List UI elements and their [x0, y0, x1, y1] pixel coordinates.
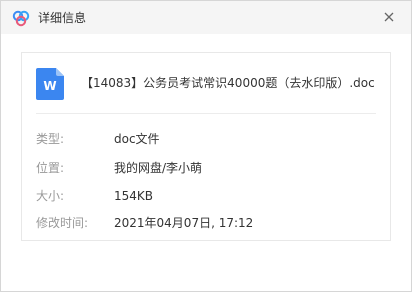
field-size-value: 154KB: [114, 189, 154, 203]
close-icon: [384, 12, 394, 22]
field-type: 类型: doc文件: [22, 128, 390, 150]
field-modified-label: 修改时间:: [36, 216, 89, 230]
field-modified: 修改时间: 2021年04月07日, 17:12: [22, 212, 390, 234]
field-size-label: 大小:: [36, 189, 65, 203]
field-location-value: 我的网盘/李小萌: [114, 161, 203, 175]
close-button[interactable]: [380, 8, 398, 26]
field-type-value: doc文件: [114, 132, 160, 146]
field-location: 位置: 我的网盘/李小萌: [22, 157, 390, 179]
field-location-label: 位置:: [36, 161, 65, 175]
word-doc-icon: W: [36, 68, 64, 100]
baidu-netdisk-logo-icon: [12, 9, 30, 27]
details-dialog: 详细信息 W 【14083】公务员考试常识40000题（去水印版）.doc 类型…: [0, 0, 412, 292]
field-type-label: 类型:: [36, 132, 65, 146]
field-modified-value: 2021年04月07日, 17:12: [114, 216, 254, 230]
file-name: 【14083】公务员考试常识40000题（去水印版）.doc: [81, 76, 375, 90]
divider: [36, 113, 376, 114]
svg-text:W: W: [43, 79, 56, 93]
details-panel: W 【14083】公务员考试常识40000题（去水印版）.doc 类型: doc…: [21, 52, 391, 241]
field-size: 大小: 154KB: [22, 185, 390, 207]
dialog-title: 详细信息: [38, 11, 87, 25]
file-header: W 【14083】公务员考试常识40000题（去水印版）.doc: [22, 53, 390, 112]
title-bar[interactable]: 详细信息: [1, 1, 411, 34]
